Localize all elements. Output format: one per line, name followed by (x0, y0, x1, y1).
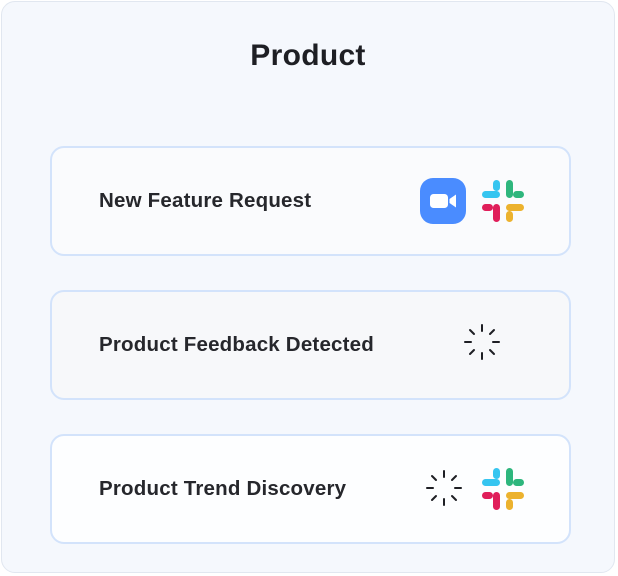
product-panel: Product New Feature Request Product Feed… (1, 1, 615, 573)
slack-icon (480, 178, 526, 224)
card-product-trend-discovery[interactable]: Product Trend Discovery (50, 434, 571, 544)
zoom-icon (420, 178, 466, 224)
card-new-feature-request[interactable]: New Feature Request (50, 146, 571, 256)
card-label: Product Trend Discovery (99, 477, 347, 500)
card-label: Product Feedback Detected (99, 333, 374, 356)
slack-icon (480, 466, 526, 512)
card-label: New Feature Request (99, 189, 312, 212)
loading-spinner-icon (462, 322, 502, 362)
panel-title: Product (250, 39, 366, 72)
card-product-feedback-detected[interactable]: Product Feedback Detected (50, 290, 571, 400)
loading-spinner-icon (424, 468, 464, 508)
